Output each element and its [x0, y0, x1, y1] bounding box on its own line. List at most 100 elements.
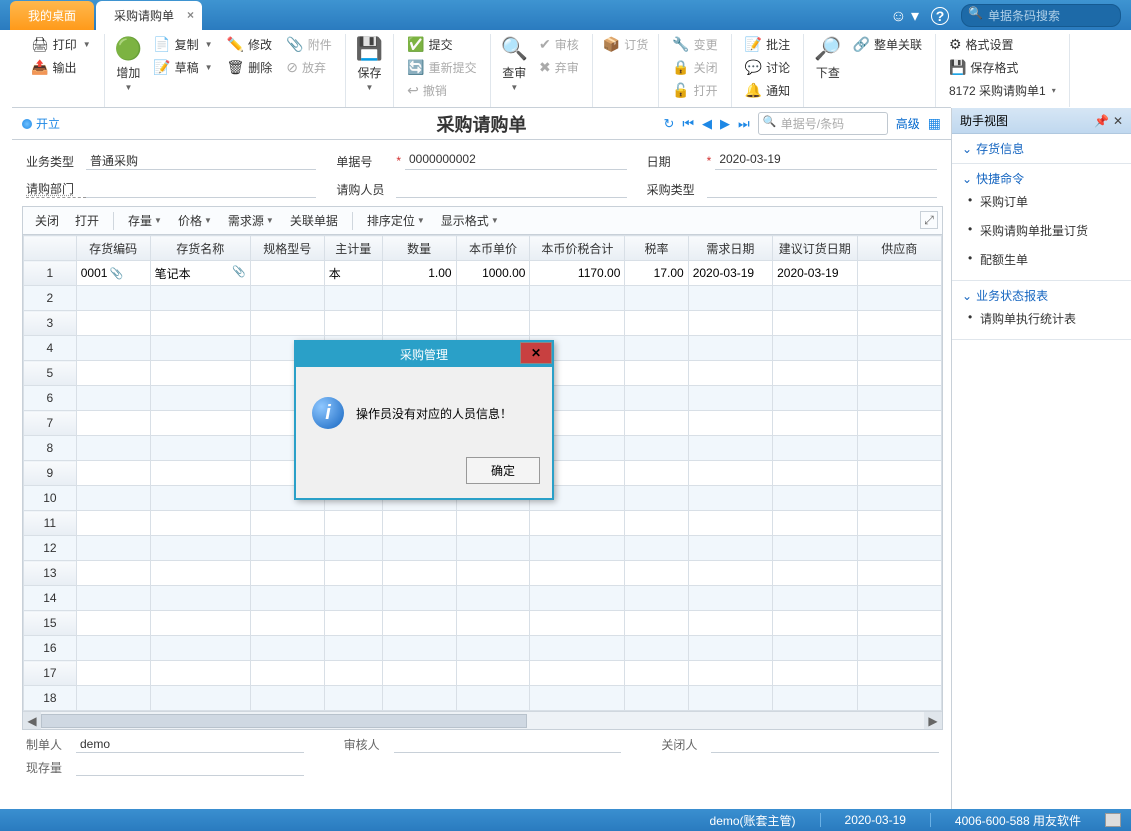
table-cell[interactable]	[625, 286, 688, 311]
table-cell[interactable]	[773, 436, 857, 461]
formatcode-select[interactable]: 8172 采购请购单1▾	[945, 80, 1060, 101]
saveformat-button[interactable]: 💾保存格式	[945, 57, 1060, 78]
date-field[interactable]: 2020-03-19	[715, 152, 937, 170]
revoke-button[interactable]: ↩撤销	[403, 80, 480, 101]
modify-button[interactable]: ✏️修改	[223, 34, 277, 55]
first-icon[interactable]: ⏮	[682, 116, 694, 132]
dialog-close-icon[interactable]: ✕	[520, 342, 552, 364]
table-cell[interactable]	[857, 536, 941, 561]
table-cell[interactable]	[324, 286, 382, 311]
table-cell[interactable]	[76, 461, 150, 486]
table-row[interactable]: 3	[24, 311, 942, 336]
notify-button[interactable]: 🔔通知	[741, 80, 794, 101]
scroll-left-icon[interactable]: ◀	[23, 712, 41, 729]
table-cell[interactable]	[688, 461, 772, 486]
doc-search-input[interactable]: 单据号/条码	[758, 112, 888, 135]
table-cell[interactable]: 15	[24, 611, 77, 636]
table-cell[interactable]	[382, 561, 456, 586]
table-cell[interactable]	[773, 511, 857, 536]
table-row[interactable]: 2	[24, 286, 942, 311]
table-cell[interactable]: 1000.00	[456, 261, 530, 286]
table-cell[interactable]	[250, 561, 324, 586]
tb-price-button[interactable]: 价格▼	[172, 210, 218, 231]
table-cell[interactable]: 2020-03-19	[688, 261, 772, 286]
table-cell[interactable]	[773, 636, 857, 661]
table-cell[interactable]: 11	[24, 511, 77, 536]
table-cell[interactable]: 笔记本📎	[150, 261, 250, 286]
grid-settings-icon[interactable]: ▦	[928, 115, 941, 132]
table-cell[interactable]	[324, 686, 382, 711]
table-cell[interactable]	[857, 361, 941, 386]
table-row[interactable]: 13	[24, 561, 942, 586]
col-header[interactable]: 数量	[382, 236, 456, 261]
help-icon[interactable]: ?	[931, 7, 949, 25]
table-cell[interactable]	[324, 661, 382, 686]
table-cell[interactable]	[76, 611, 150, 636]
table-cell[interactable]	[382, 536, 456, 561]
table-row[interactable]: 14	[24, 586, 942, 611]
table-cell[interactable]	[688, 561, 772, 586]
table-cell[interactable]	[456, 286, 530, 311]
add-button[interactable]: 🟢增加▼	[111, 34, 146, 94]
audit-button[interactable]: 🔍查审▼	[497, 34, 532, 94]
table-cell[interactable]	[688, 436, 772, 461]
quick-item[interactable]: 采购请购单批量订货	[962, 216, 1121, 245]
table-cell[interactable]	[530, 561, 625, 586]
table-cell[interactable]: 17	[24, 661, 77, 686]
table-cell[interactable]	[76, 511, 150, 536]
delete-button[interactable]: 🗑删除	[223, 57, 277, 78]
table-cell[interactable]	[250, 686, 324, 711]
table-cell[interactable]	[625, 586, 688, 611]
table-cell[interactable]	[857, 611, 941, 636]
table-cell[interactable]	[250, 636, 324, 661]
table-cell[interactable]	[324, 611, 382, 636]
table-cell[interactable]	[625, 486, 688, 511]
table-cell[interactable]	[76, 686, 150, 711]
col-header[interactable]: 建议订货日期	[773, 236, 857, 261]
table-cell[interactable]	[857, 386, 941, 411]
table-cell[interactable]	[76, 286, 150, 311]
table-cell[interactable]	[688, 536, 772, 561]
table-cell[interactable]	[625, 411, 688, 436]
table-cell[interactable]	[773, 411, 857, 436]
table-cell[interactable]	[150, 411, 250, 436]
table-row[interactable]: 16	[24, 636, 942, 661]
table-cell[interactable]	[857, 461, 941, 486]
table-cell[interactable]: 0001📎	[76, 261, 150, 286]
col-header[interactable]: 本币价税合计	[530, 236, 625, 261]
table-cell[interactable]: 17.00	[625, 261, 688, 286]
table-cell[interactable]	[530, 636, 625, 661]
table-cell[interactable]	[76, 636, 150, 661]
table-cell[interactable]	[76, 386, 150, 411]
col-header[interactable]: 需求日期	[688, 236, 772, 261]
table-cell[interactable]	[773, 611, 857, 636]
table-cell[interactable]	[857, 286, 941, 311]
col-header[interactable]: 税率	[625, 236, 688, 261]
table-cell[interactable]	[250, 311, 324, 336]
table-cell[interactable]	[625, 661, 688, 686]
quick-item[interactable]: 采购订单	[962, 187, 1121, 216]
purtype-field[interactable]	[707, 180, 937, 198]
table-cell[interactable]	[530, 586, 625, 611]
docno-field[interactable]: 0000000002	[405, 152, 627, 170]
table-row[interactable]: 12	[24, 536, 942, 561]
table-cell[interactable]	[76, 536, 150, 561]
reqperson-field[interactable]	[396, 180, 626, 198]
table-cell[interactable]	[857, 661, 941, 686]
table-cell[interactable]	[382, 311, 456, 336]
table-cell[interactable]	[324, 561, 382, 586]
table-cell[interactable]	[150, 511, 250, 536]
pin-icon[interactable]: 📌	[1094, 114, 1109, 128]
table-cell[interactable]	[324, 636, 382, 661]
table-cell[interactable]: 本	[324, 261, 382, 286]
ok-button[interactable]: 确定	[466, 457, 540, 484]
table-cell[interactable]: 7	[24, 411, 77, 436]
table-cell[interactable]	[857, 561, 941, 586]
col-header[interactable]: 存货编码	[76, 236, 150, 261]
table-cell[interactable]	[150, 661, 250, 686]
table-cell[interactable]	[150, 686, 250, 711]
table-cell[interactable]	[76, 586, 150, 611]
table-cell[interactable]	[150, 586, 250, 611]
table-cell[interactable]	[625, 461, 688, 486]
table-cell[interactable]	[530, 311, 625, 336]
